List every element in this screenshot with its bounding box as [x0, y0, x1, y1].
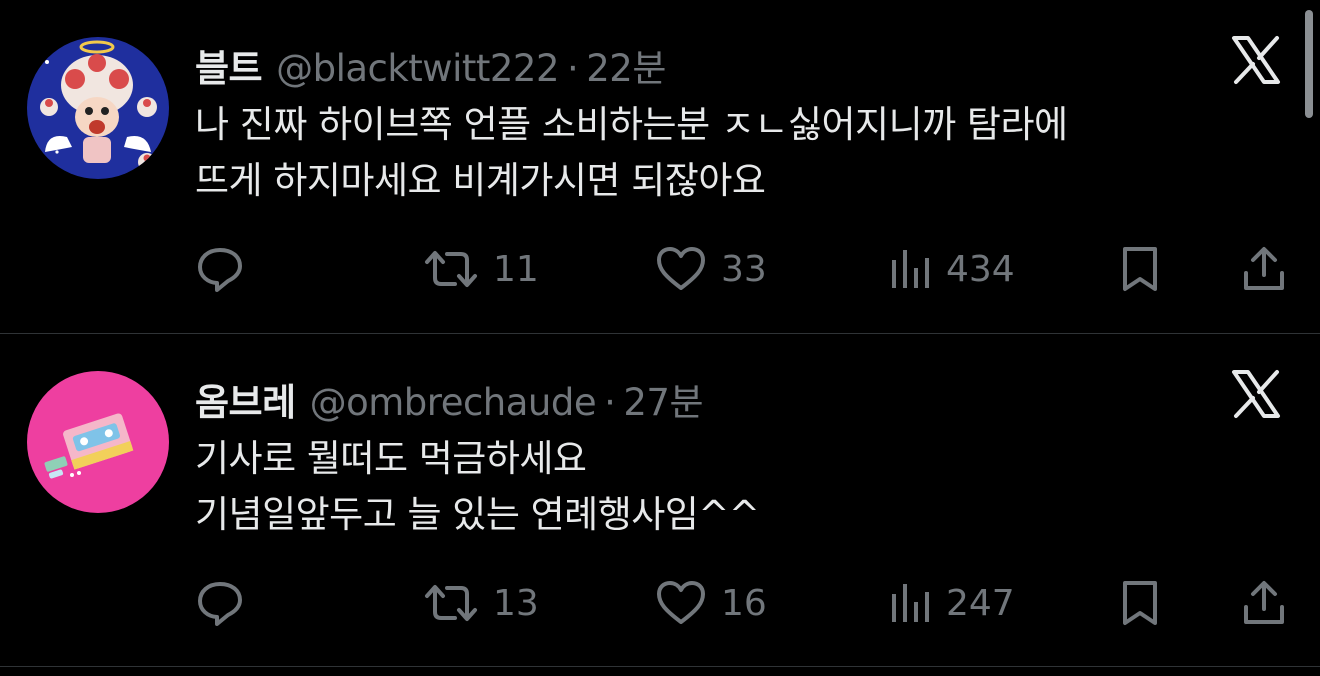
heart-icon — [657, 581, 705, 624]
bookmark-button[interactable] — [1119, 578, 1161, 628]
retweet-icon — [425, 585, 477, 621]
tweet-text: 나 진짜 하이브쪽 언플 소비하는분 ㅈㄴ싫어지니까 탐라에 뜨게 하지마세요 … — [195, 97, 1295, 209]
display-name[interactable]: 옴브레 — [195, 372, 296, 426]
tweet-text-line: 뜨게 하지마세요 비계가시면 되잖아요 — [195, 159, 766, 202]
reply-button[interactable] — [195, 244, 245, 294]
toad-character-avatar — [27, 37, 169, 179]
share-button[interactable] — [1241, 578, 1287, 628]
view-count: 247 — [946, 582, 1015, 624]
share-icon — [1244, 581, 1284, 624]
retweet-icon — [425, 251, 477, 287]
retweet-button[interactable]: 13 — [423, 578, 539, 628]
views-button[interactable]: 434 — [888, 244, 1015, 294]
retweet-count: 13 — [493, 582, 539, 624]
retweet-button[interactable]: 11 — [423, 244, 539, 294]
avatar[interactable] — [27, 37, 169, 179]
tweet-1[interactable]: 블트 @blacktwitt222 · 22분 나 진짜 하이브쪽 언플 소비하… — [0, 0, 1320, 333]
tweet-text-line: 기념일앞두고 늘 있는 연례행사임^^ — [195, 493, 760, 536]
tweet-actions: 11 33 434 — [195, 244, 1295, 294]
pink-cassette-avatar — [27, 371, 169, 513]
timestamp[interactable]: 22분 — [586, 38, 666, 92]
retweet-count: 11 — [493, 248, 539, 290]
tweet-text-line: 나 진짜 하이브쪽 언플 소비하는분 ㅈㄴ싫어지니까 탐라에 — [195, 103, 1068, 146]
like-button[interactable]: 33 — [655, 244, 767, 294]
reply-icon — [198, 582, 242, 626]
divider — [0, 666, 1320, 667]
share-button[interactable] — [1241, 244, 1287, 294]
scrollbar[interactable] — [1305, 10, 1313, 118]
timestamp[interactable]: 27분 — [623, 372, 703, 426]
reply-icon — [198, 248, 242, 292]
tweet-header: 블트 @blacktwitt222 · 22분 — [195, 38, 666, 92]
views-icon — [892, 250, 929, 288]
views-icon — [892, 584, 929, 622]
tweet-text-line: 기사로 뭘떠도 먹금하세요 — [195, 437, 587, 480]
x-logo-icon[interactable] — [1228, 366, 1284, 422]
bookmark-icon — [1123, 247, 1157, 291]
heart-icon — [657, 247, 705, 290]
view-count: 434 — [946, 248, 1015, 290]
views-button[interactable]: 247 — [888, 578, 1015, 628]
like-count: 33 — [721, 248, 767, 290]
avatar[interactable] — [27, 371, 169, 513]
like-count: 16 — [721, 582, 767, 624]
user-handle[interactable]: @ombrechaude — [310, 381, 597, 424]
share-icon — [1244, 247, 1284, 290]
display-name[interactable]: 블트 — [195, 38, 263, 92]
bookmark-button[interactable] — [1119, 244, 1161, 294]
tweet-2[interactable]: 옴브레 @ombrechaude · 27분 기사로 뭘떠도 먹금하세요 기념일… — [0, 334, 1320, 666]
separator-dot: · — [604, 381, 616, 424]
like-button[interactable]: 16 — [655, 578, 767, 628]
user-handle[interactable]: @blacktwitt222 — [276, 47, 559, 90]
separator-dot: · — [567, 47, 579, 90]
tweet-actions: 13 16 247 — [195, 578, 1295, 628]
bookmark-icon — [1123, 581, 1157, 625]
tweet-header: 옴브레 @ombrechaude · 27분 — [195, 372, 704, 426]
tweet-text: 기사로 뭘떠도 먹금하세요 기념일앞두고 늘 있는 연례행사임^^ — [195, 431, 1295, 543]
x-logo-icon[interactable] — [1228, 32, 1284, 88]
reply-button[interactable] — [195, 578, 245, 628]
